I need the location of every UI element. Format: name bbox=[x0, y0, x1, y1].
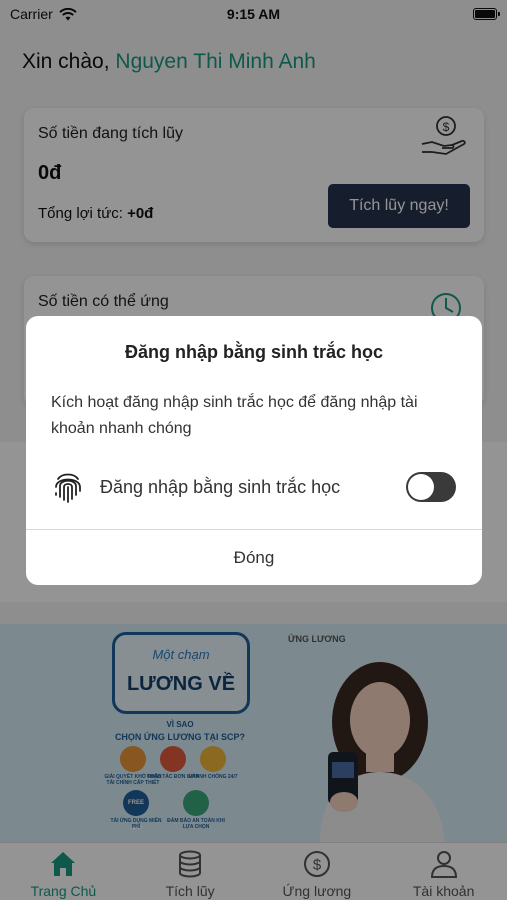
toggle-knob bbox=[408, 474, 434, 500]
biometric-modal: Đăng nhập bằng sinh trắc học Kích hoạt đ… bbox=[26, 316, 482, 585]
biometric-toggle-label: Đăng nhập bằng sinh trắc học bbox=[100, 476, 341, 497]
modal-title: Đăng nhập bằng sinh trắc học bbox=[124, 342, 384, 362]
fingerprint-icon bbox=[55, 473, 81, 503]
close-button[interactable]: Đóng bbox=[26, 530, 482, 585]
biometric-toggle[interactable] bbox=[406, 472, 456, 502]
modal-description: Kích hoạt đăng nhập sinh trắc học để đăn… bbox=[51, 394, 418, 437]
biometric-row: Đăng nhập bằng sinh trắc học bbox=[50, 466, 456, 508]
